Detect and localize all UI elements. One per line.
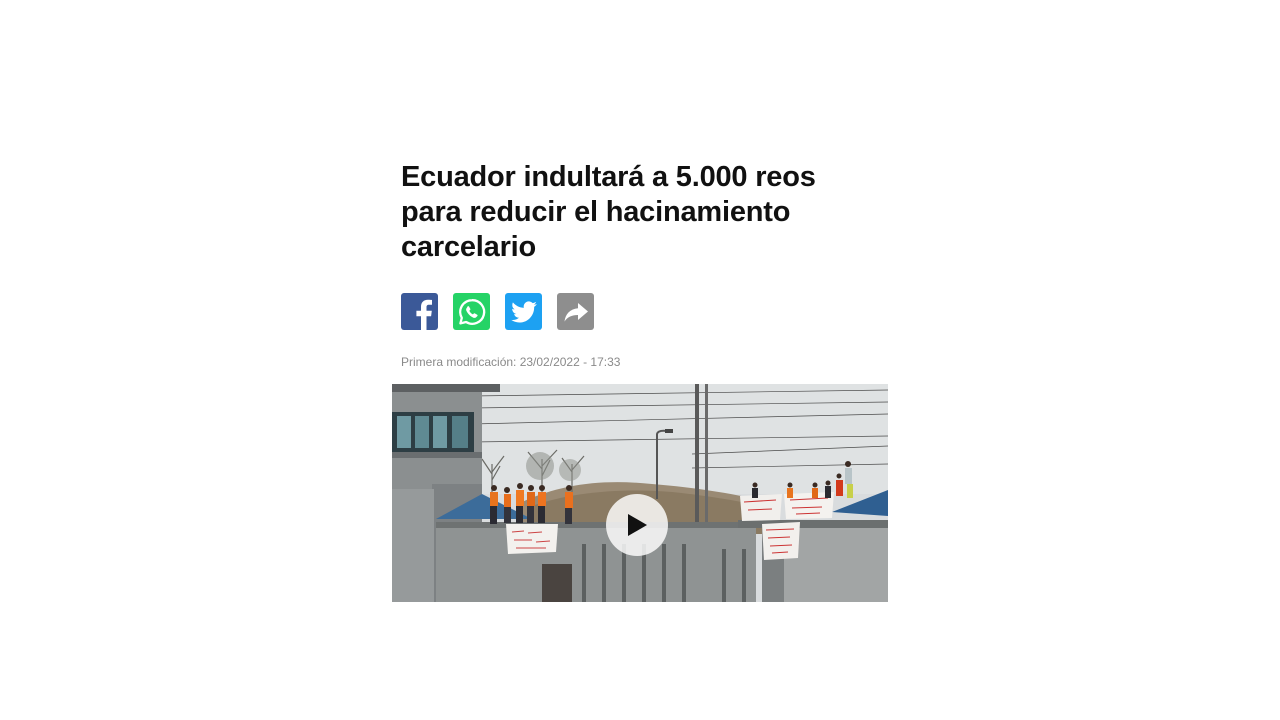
facebook-share-button[interactable] bbox=[401, 293, 438, 330]
share-arrow-icon bbox=[564, 302, 588, 321]
article-headline: Ecuador indultará a 5.000 reos para redu… bbox=[401, 161, 816, 263]
video-player[interactable] bbox=[392, 384, 888, 602]
whatsapp-icon bbox=[458, 298, 485, 325]
whatsapp-share-button[interactable] bbox=[453, 293, 490, 330]
play-button[interactable] bbox=[606, 494, 668, 556]
prison-rooftop-protest-photo bbox=[392, 384, 888, 602]
generic-share-button[interactable] bbox=[557, 293, 594, 330]
facebook-icon bbox=[416, 299, 432, 330]
twitter-icon bbox=[510, 300, 537, 322]
article: Ecuador indultará a 5.000 reos para redu… bbox=[392, 160, 888, 602]
twitter-share-button[interactable] bbox=[505, 293, 542, 330]
play-icon bbox=[628, 514, 647, 536]
modification-timestamp: Primera modificación: 23/02/2022 - 17:33 bbox=[401, 355, 621, 369]
share-bar bbox=[401, 293, 888, 330]
